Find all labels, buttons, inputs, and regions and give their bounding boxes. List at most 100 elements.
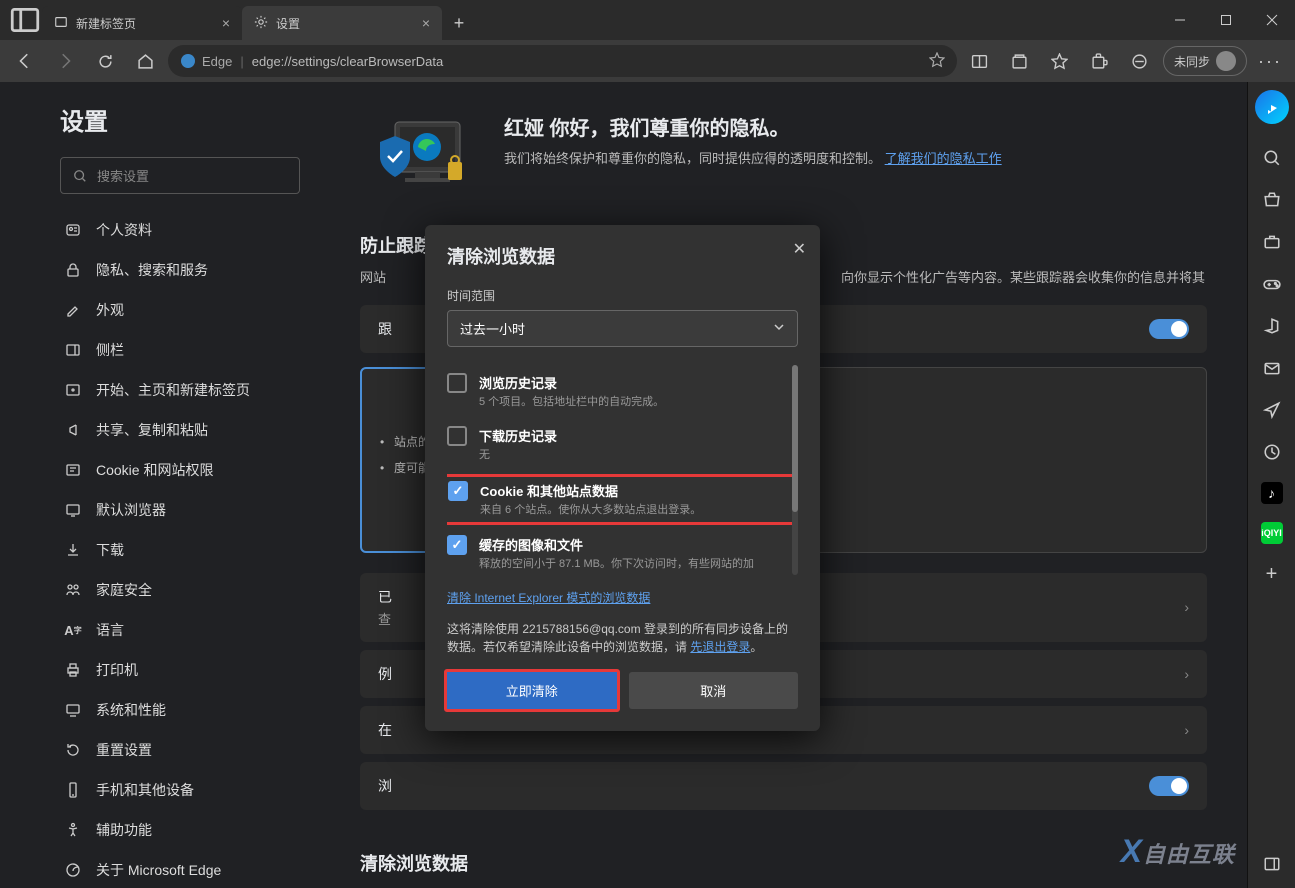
gear-icon [254,15,268,32]
toolbar: Edge | edge://settings/clearBrowserData … [0,40,1295,82]
checkbox[interactable] [448,481,468,501]
clear-data-section-title: 清除浏览数据 [360,850,1207,876]
sign-out-link[interactable]: 先退出登录 [690,640,750,654]
edge-icon [64,861,82,879]
sidebar-item-about[interactable]: 关于 Microsoft Edge [50,850,306,888]
onenote-icon[interactable] [1260,440,1284,464]
sidebar-item-printers[interactable]: 打印机 [50,650,306,690]
iqiyi-icon[interactable]: iQIYI [1261,522,1283,544]
star-icon[interactable] [929,52,945,71]
sidebar-item-family[interactable]: 家庭安全 [50,570,306,610]
tracking-toggle[interactable] [1149,319,1189,339]
watermark: X自由互联 [1121,833,1235,870]
close-icon[interactable]: × [222,15,230,31]
collections-icon[interactable] [1003,44,1037,78]
url-text: edge://settings/clearBrowserData [252,54,443,69]
extensions-icon[interactable] [1083,44,1117,78]
sidebar-item-appearance[interactable]: 外观 [50,290,306,330]
profile-icon [64,221,82,239]
close-icon[interactable]: × [422,15,430,31]
new-tab-button[interactable]: + [442,6,476,40]
check-download-history[interactable]: 下载历史记录无 [447,418,798,471]
accessibility-icon [64,821,82,839]
greeting-title: 红娅 你好，我们尊重你的隐私。 [504,112,1002,141]
time-range-select[interactable]: 过去一小时 [447,310,798,347]
sidebar-item-languages[interactable]: A字语言 [50,610,306,650]
browse-row[interactable]: 浏 [360,762,1207,810]
refresh-button[interactable] [88,44,122,78]
appearance-icon [64,301,82,319]
phone-icon [64,781,82,799]
search-settings-input[interactable]: 搜索设置 [60,157,300,194]
chevron-down-icon [773,321,785,336]
close-window-button[interactable] [1249,0,1295,40]
minimize-button[interactable] [1157,0,1203,40]
check-browsing-history[interactable]: 浏览历史记录5 个项目。包括地址栏中的自动完成。 [447,365,798,418]
sidebar-settings-icon[interactable] [1260,852,1284,876]
privacy-work-link[interactable]: 了解我们的隐私工作 [885,151,1002,166]
dialog-close-button[interactable]: ✕ [793,239,806,259]
tools-icon[interactable] [1260,230,1284,254]
bing-chat-icon[interactable] [1255,90,1289,124]
titlebar: 新建标签页 × 设置 × + [0,0,1295,40]
check-cookies[interactable]: Cookie 和其他站点数据来自 6 个站点。使你从大多数站点退出登录。 [447,474,798,525]
sidebar-item-default[interactable]: 默认浏览器 [50,490,306,530]
split-screen-icon[interactable] [963,44,997,78]
tab-actions-icon[interactable] [8,3,42,37]
reset-icon [64,741,82,759]
sidebar-item-share[interactable]: 共享、复制和粘贴 [50,410,306,450]
favorites-icon[interactable] [1043,44,1077,78]
clear-ie-link[interactable]: 清除 Internet Explorer 模式的浏览数据 [447,589,650,606]
scrollbar[interactable] [792,365,798,575]
printer-icon [64,661,82,679]
maximize-button[interactable] [1203,0,1249,40]
settings-title: 设置 [50,102,320,137]
family-icon [64,581,82,599]
check-cached-images[interactable]: 缓存的图像和文件释放的空间小于 87.1 MB。你下次访问时，有些网站的加 [447,527,798,575]
outlook-icon[interactable] [1260,356,1284,380]
address-bar[interactable]: Edge | edge://settings/clearBrowserData [168,45,957,77]
shopping-icon[interactable] [1260,188,1284,212]
dialog-title: 清除浏览数据 [447,243,798,269]
sidebar-item-sidebar[interactable]: 侧栏 [50,330,306,370]
lock-icon [64,261,82,279]
add-sidebar-icon[interactable]: + [1260,562,1284,586]
office-icon[interactable] [1260,314,1284,338]
games-icon[interactable] [1260,272,1284,296]
back-button[interactable] [8,44,42,78]
more-menu-button[interactable]: ··· [1253,44,1287,78]
sidebar-item-phone[interactable]: 手机和其他设备 [50,770,306,810]
home-button[interactable] [128,44,162,78]
tiktok-icon[interactable]: ♪ [1261,482,1283,504]
sidebar-item-downloads[interactable]: 下载 [50,530,306,570]
sidebar-item-privacy[interactable]: 隐私、搜索和服务 [50,250,306,290]
newtab-icon [54,15,68,32]
privacy-shield-graphic [360,112,480,202]
avatar-icon [1216,51,1236,71]
sidebar-item-accessibility[interactable]: 辅助功能 [50,810,306,850]
sidebar-item-system[interactable]: 系统和性能 [50,690,306,730]
search-icon[interactable] [1260,146,1284,170]
greeting-desc: 我们将始终保护和尊重你的隐私，同时提供应得的透明度和控制。 了解我们的隐私工作 [504,149,1002,169]
sync-button[interactable]: 未同步 [1163,46,1247,76]
search-icon [73,169,87,183]
checkbox[interactable] [447,535,467,555]
cancel-button[interactable]: 取消 [629,672,799,709]
sidebar-item-cookies[interactable]: Cookie 和网站权限 [50,450,306,490]
clear-now-button[interactable]: 立即清除 [444,669,620,712]
checkbox[interactable] [447,426,467,446]
sidebar-item-reset[interactable]: 重置设置 [50,730,306,770]
dialog-checklist[interactable]: 浏览历史记录5 个项目。包括地址栏中的自动完成。 下载历史记录无 Cookie … [447,365,798,575]
ie-mode-icon[interactable] [1123,44,1157,78]
clear-data-dialog: ✕ 清除浏览数据 时间范围 过去一小时 浏览历史记录5 个项目。包括地址栏中的自… [425,225,820,731]
sidebar-item-start[interactable]: 开始、主页和新建标签页 [50,370,306,410]
tab-settings[interactable]: 设置 × [242,6,442,40]
edge-logo-icon: Edge [180,53,232,69]
time-range-label: 时间范围 [447,287,798,304]
tab-newtab-label: 新建标签页 [76,15,136,32]
drop-icon[interactable] [1260,398,1284,422]
sidebar-item-profile[interactable]: 个人资料 [50,210,306,250]
tab-newtab[interactable]: 新建标签页 × [42,6,242,40]
checkbox[interactable] [447,373,467,393]
toggle[interactable] [1149,776,1189,796]
